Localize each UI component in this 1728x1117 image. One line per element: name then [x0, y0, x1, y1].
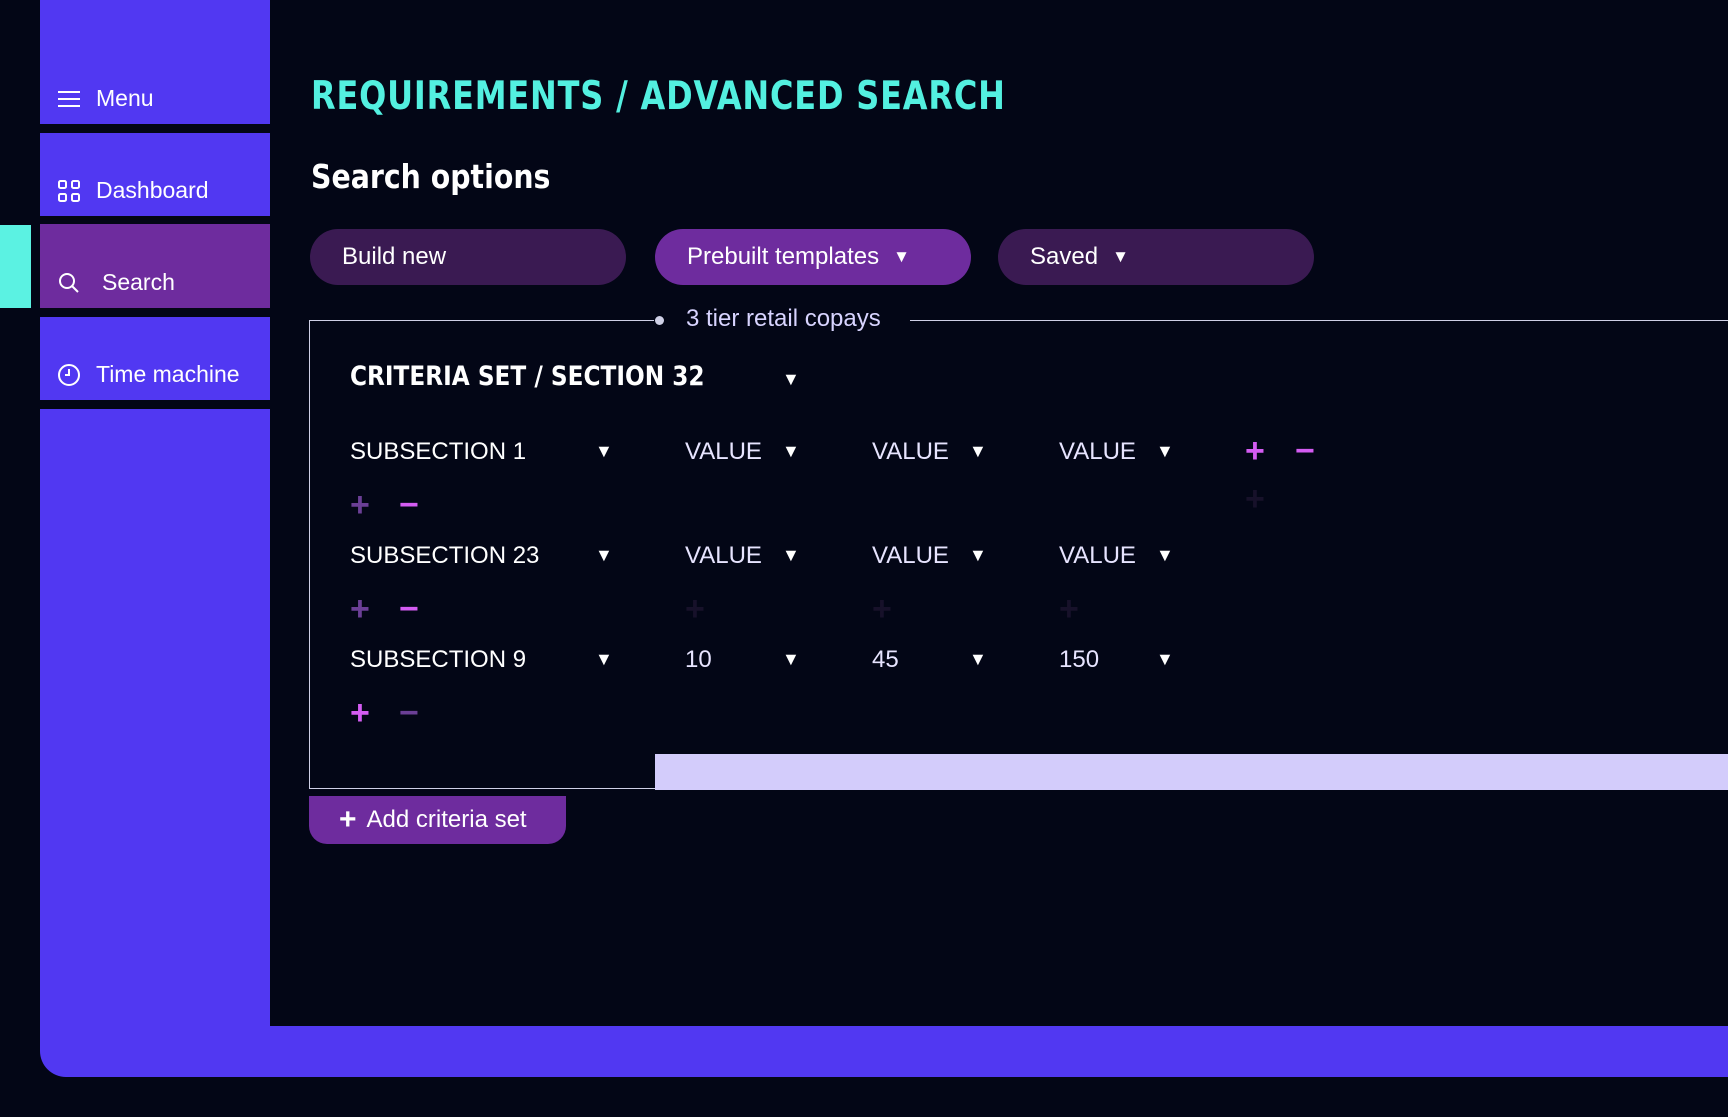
hamburger-icon	[56, 86, 82, 112]
subsection-select[interactable]: SUBSECTION 1	[350, 438, 526, 466]
sidebar-item-label: Time machine	[96, 361, 240, 387]
breadcrumb: REQUIREMENTS / ADVANCED SEARCH	[311, 74, 1006, 119]
caret-down-icon[interactable]: ▼	[782, 649, 800, 670]
sidebar-item-label: Menu	[96, 85, 154, 111]
add-value-icon: +	[1059, 590, 1079, 628]
remove-row-icon[interactable]: −	[399, 592, 419, 626]
value-select[interactable]: VALUE	[685, 542, 762, 570]
grid-icon	[56, 178, 82, 204]
value-select[interactable]: VALUE	[872, 542, 949, 570]
active-nav-marker	[0, 225, 31, 308]
criteria-set-dropdown-caret[interactable]: ▼	[782, 369, 800, 390]
template-name: 3 tier retail copays	[686, 305, 881, 332]
criteria-set-title: CRITERIA SET / SECTION 32	[350, 361, 705, 392]
add-value-icon[interactable]: +	[1245, 434, 1265, 468]
button-label: Add criteria set	[366, 806, 527, 833]
value-select[interactable]: 150	[1059, 646, 1099, 674]
remove-value-icon[interactable]: −	[1295, 434, 1315, 468]
sidebar-item-menu[interactable]: Menu	[40, 40, 270, 124]
add-row-icon[interactable]: +	[350, 696, 370, 730]
panel-footer-bar	[655, 754, 1728, 790]
remove-row-icon[interactable]: −	[399, 488, 419, 522]
caret-down-icon: ▼	[893, 247, 910, 266]
add-value-icon: +	[685, 590, 705, 628]
caret-down-icon[interactable]: ▼	[969, 649, 987, 670]
add-row-icon[interactable]: +	[350, 592, 370, 626]
build-new-button[interactable]: Build new	[310, 229, 626, 285]
button-label: Saved	[1030, 243, 1099, 270]
sidebar-divider	[40, 400, 270, 409]
clock-icon	[56, 362, 82, 388]
button-label: Prebuilt templates	[687, 243, 880, 270]
add-value-icon: +	[1245, 480, 1265, 518]
saved-dropdown[interactable]: Saved ▼	[998, 229, 1314, 285]
caret-down-icon[interactable]: ▼	[595, 441, 613, 462]
value-select[interactable]: 10	[685, 646, 712, 674]
value-select[interactable]: 45	[872, 646, 899, 674]
caret-down-icon[interactable]: ▼	[1156, 545, 1174, 566]
remove-row-icon[interactable]: −	[399, 696, 419, 730]
button-label: Build new	[342, 243, 447, 270]
sidebar-item-label: Search	[102, 269, 175, 295]
add-criteria-set-button[interactable]: + Add criteria set	[309, 796, 566, 844]
caret-down-icon[interactable]: ▼	[782, 441, 800, 462]
caret-down-icon[interactable]: ▼	[1156, 649, 1174, 670]
caret-down-icon[interactable]: ▼	[969, 441, 987, 462]
sidebar-item-time-machine[interactable]: Time machine	[40, 316, 270, 400]
subsection-select[interactable]: SUBSECTION 9	[350, 646, 526, 674]
caret-down-icon[interactable]: ▼	[782, 545, 800, 566]
value-select[interactable]: VALUE	[872, 438, 949, 466]
value-select[interactable]: VALUE	[1059, 542, 1136, 570]
page-title: Search options	[311, 157, 551, 196]
value-select[interactable]: VALUE	[1059, 438, 1136, 466]
caret-down-icon[interactable]: ▼	[595, 649, 613, 670]
sidebar-item-search[interactable]: Search	[40, 224, 270, 308]
plus-icon: +	[339, 803, 357, 836]
sidebar-item-dashboard[interactable]: Dashboard	[40, 132, 270, 216]
add-value-icon: +	[872, 590, 892, 628]
caret-down-icon: ▼	[1112, 247, 1129, 266]
subsection-select[interactable]: SUBSECTION 23	[350, 542, 539, 570]
prebuilt-templates-dropdown[interactable]: Prebuilt templates ▼	[655, 229, 971, 285]
legend-dot	[655, 316, 664, 325]
search-icon	[56, 270, 82, 296]
sidebar-item-label: Dashboard	[96, 177, 209, 203]
value-select[interactable]: VALUE	[685, 438, 762, 466]
caret-down-icon[interactable]: ▼	[595, 545, 613, 566]
add-row-icon[interactable]: +	[350, 488, 370, 522]
caret-down-icon[interactable]: ▼	[1156, 441, 1174, 462]
caret-down-icon[interactable]: ▼	[969, 545, 987, 566]
